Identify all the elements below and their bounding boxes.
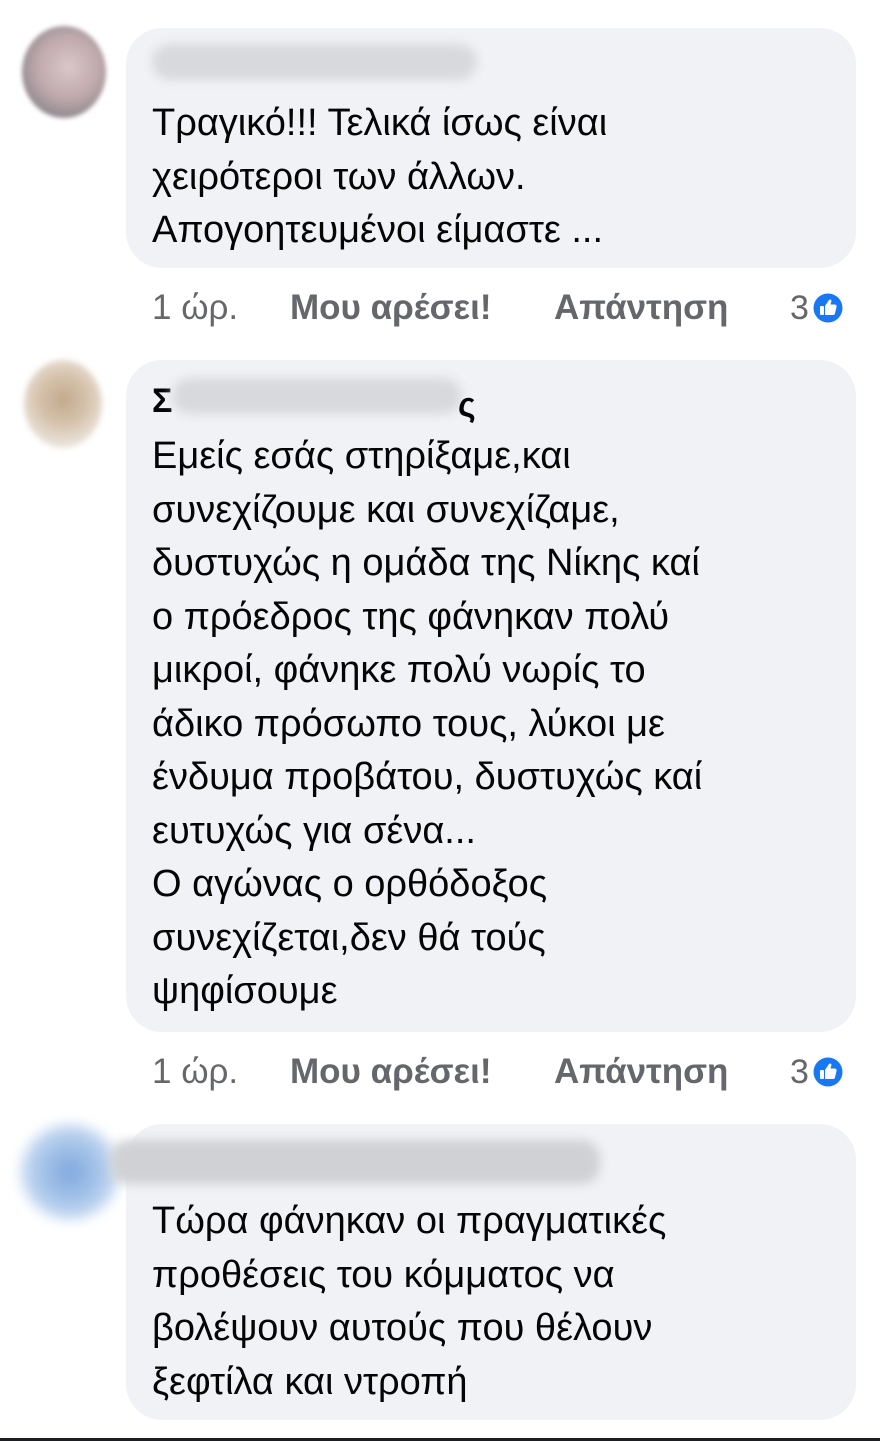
reaction-count: 3 [790,1052,809,1091]
avatar[interactable] [22,26,106,118]
comment-actions: 1 ώρ. Μου αρέσει! Απάντηση 3 [0,283,880,333]
timestamp[interactable]: 1 ώρ. [152,1047,238,1097]
commenter-name-blurred[interactable] [152,44,477,80]
like-button[interactable]: Μου αρέσει! [290,283,492,333]
commenter-name-final[interactable]: ς [458,388,476,422]
reaction-summary[interactable]: 3 [790,283,845,333]
commenter-name-blurred[interactable] [172,378,462,414]
comment-text: Εμείς εσάς στηρίξαμε,και συνεχίζουμε και… [152,435,703,1012]
reaction-summary[interactable]: 3 [790,1047,845,1097]
comment-text: Τώρα φάνηκαν οι πραγματικές προθέσεις το… [152,1200,667,1403]
like-icon [811,1056,844,1088]
avatar[interactable] [24,360,102,448]
reply-button[interactable]: Απάντηση [554,283,728,333]
comment-actions: 1 ώρ. Μου αρέσει! Απάντηση 3 [0,1047,880,1097]
avatar[interactable] [20,1124,120,1220]
like-button[interactable]: Μου αρέσει! [290,1047,492,1097]
timestamp[interactable]: 1 ώρ. [152,283,238,333]
reply-button[interactable]: Απάντηση [554,1047,728,1097]
like-icon [811,292,844,324]
reaction-count: 3 [790,288,809,327]
comment-text: Τραγικό!!! Τελικά ίσως είναι χειρότεροι … [152,102,608,251]
commenter-name-initial[interactable]: Σ [152,384,172,418]
commenter-name-blurred[interactable] [110,1140,600,1184]
